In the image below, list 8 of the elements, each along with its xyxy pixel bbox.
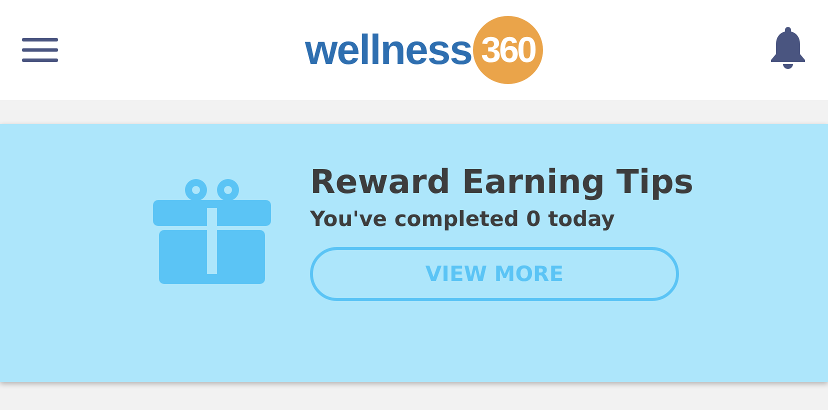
- logo-text: wellness: [304, 29, 472, 71]
- view-more-button[interactable]: VIEW MORE: [310, 247, 679, 301]
- logo-badge: 360: [473, 16, 544, 84]
- completed-count: You've completed 0 today: [310, 207, 615, 231]
- menu-icon[interactable]: [22, 38, 58, 62]
- card-title: Reward Earning Tips: [310, 162, 694, 201]
- bell-icon[interactable]: [770, 27, 806, 69]
- gift-icon: [153, 178, 273, 286]
